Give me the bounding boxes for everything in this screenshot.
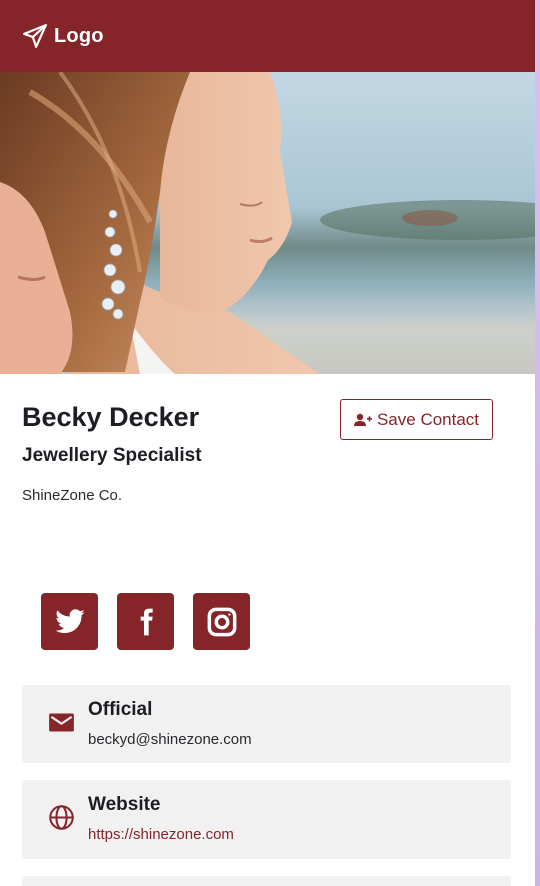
- facebook-button[interactable]: [117, 593, 174, 650]
- save-contact-label: Save Contact: [376, 409, 480, 429]
- logo[interactable]: Logo: [22, 23, 104, 49]
- contact-label: Official: [88, 699, 153, 720]
- twitter-icon: [54, 608, 85, 633]
- page: Logo Becky Decker Jewellery Specialist S…: [0, 0, 535, 886]
- paper-plane-icon: [23, 24, 47, 48]
- contact-label: Website: [88, 794, 161, 815]
- contact-value[interactable]: beckyd@shinezone.com: [88, 731, 252, 748]
- profile-section: Becky Decker Jewellery Specialist ShineZ…: [0, 374, 535, 592]
- contact-card-partial[interactable]: [22, 876, 511, 886]
- mail-icon: [49, 713, 74, 732]
- hero-image: [0, 72, 535, 374]
- contact-card-website[interactable]: Website https://shinezone.com: [22, 780, 511, 859]
- social-links: [41, 593, 269, 650]
- instagram-button[interactable]: [193, 593, 250, 650]
- woman-with-earring-photo: [0, 72, 535, 374]
- website-link[interactable]: https://shinezone.com: [88, 826, 234, 843]
- header: Logo: [0, 0, 535, 72]
- profile-title: Jewellery Specialist: [22, 445, 202, 466]
- globe-icon: [49, 805, 74, 830]
- user-plus-icon: [353, 413, 372, 426]
- save-contact-button[interactable]: Save Contact: [340, 399, 493, 440]
- logo-text: Logo: [54, 24, 104, 47]
- facebook-icon: [140, 608, 153, 635]
- instagram-icon: [207, 607, 236, 636]
- profile-company: ShineZone Co.: [22, 487, 123, 504]
- contact-card-official[interactable]: Official beckyd@shinezone.com: [22, 685, 511, 763]
- twitter-button[interactable]: [41, 593, 98, 650]
